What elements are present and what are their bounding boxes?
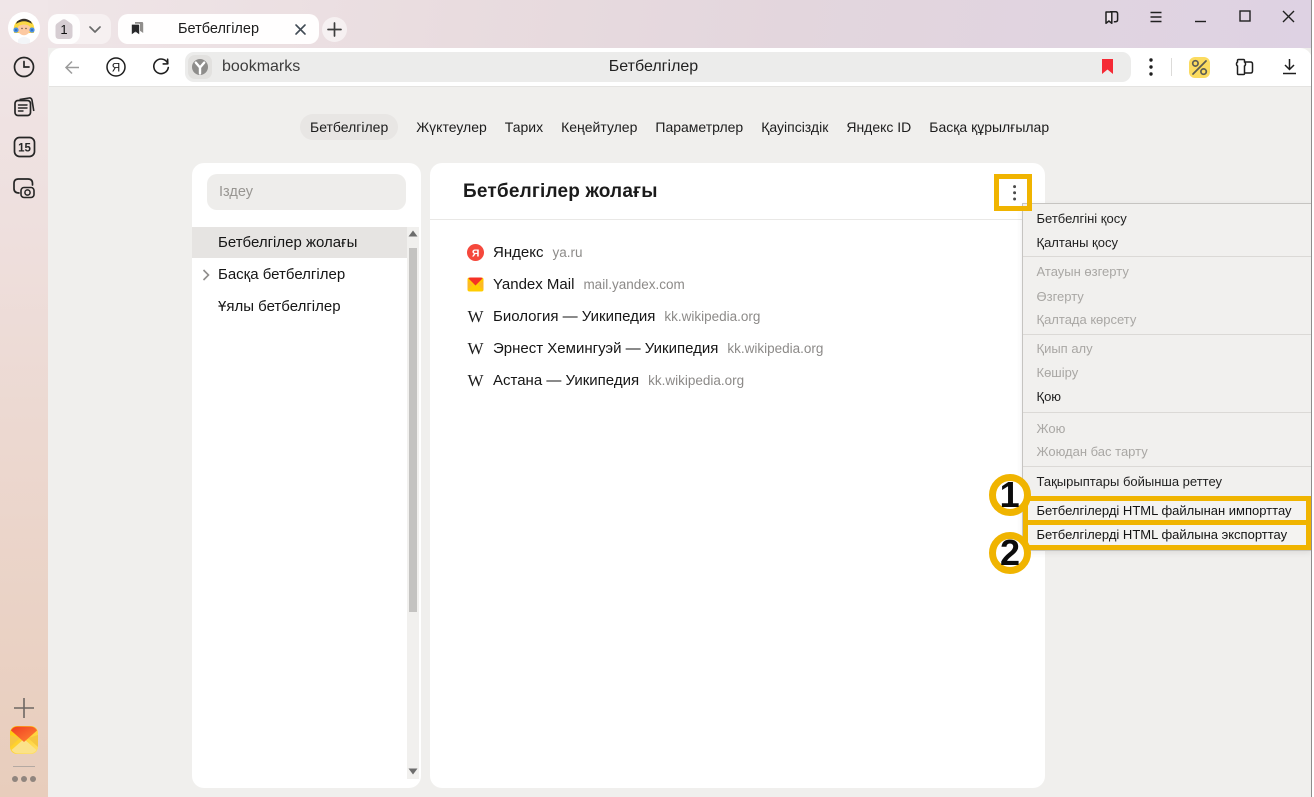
svg-text:15: 15	[18, 143, 31, 155]
svg-text:Я: Я	[472, 247, 480, 259]
